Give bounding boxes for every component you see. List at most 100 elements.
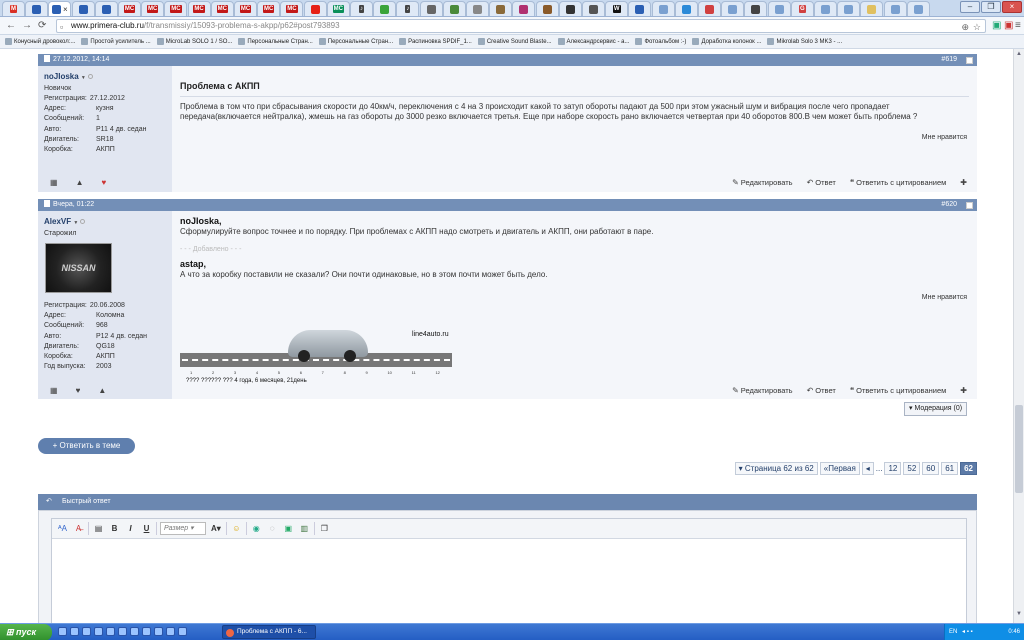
- unlink-icon[interactable]: ◌: [266, 522, 279, 535]
- bookmark-item[interactable]: MicroLab SOLO 1 / SO...: [156, 38, 232, 45]
- browser-tab[interactable]: MC: [280, 1, 304, 16]
- bookmark-item[interactable]: Александрсервис - а...: [557, 38, 629, 45]
- font-size-select[interactable]: Размер ▾: [160, 522, 206, 535]
- quick-launch-icon[interactable]: [154, 627, 163, 636]
- browser-tab[interactable]: MC: [118, 1, 141, 16]
- browser-tab[interactable]: [883, 1, 907, 16]
- browser-tab[interactable]: MC: [164, 1, 188, 16]
- like-link[interactable]: Мне нравится: [922, 294, 967, 301]
- tray-icon[interactable]: ◂ ▪ ▪: [962, 629, 973, 635]
- reply-to-thread-button[interactable]: + Ответить в теме: [38, 438, 135, 454]
- browser-tab[interactable]: [373, 1, 397, 16]
- page-scrollbar[interactable]: ▲ ▼: [1013, 49, 1024, 623]
- browser-tab[interactable]: [71, 1, 95, 16]
- reload-icon[interactable]: ⟳: [38, 20, 46, 31]
- post-select-checkbox[interactable]: [966, 57, 973, 64]
- browser-tab[interactable]: [860, 1, 884, 16]
- underline-button[interactable]: U: [140, 522, 153, 535]
- quick-launch-icon[interactable]: [130, 627, 139, 636]
- language-indicator[interactable]: EN: [949, 629, 957, 635]
- username-text[interactable]: noJIoska: [44, 72, 79, 81]
- browser-tab[interactable]: W: [605, 1, 629, 16]
- post-number[interactable]: #620: [941, 199, 957, 211]
- quick-launch-icon[interactable]: [82, 627, 91, 636]
- browser-tab[interactable]: [651, 1, 675, 16]
- browser-tab[interactable]: [419, 1, 443, 16]
- browser-tab[interactable]: MC: [234, 1, 257, 16]
- message-icon[interactable]: ▦: [50, 178, 58, 187]
- page-link[interactable]: 60: [922, 462, 940, 475]
- quick-launch-icon[interactable]: [118, 627, 127, 636]
- text-color-button[interactable]: A▾: [209, 522, 223, 535]
- dropdown-icon[interactable]: ▼: [81, 75, 86, 81]
- extension-icon[interactable]: ▣: [1004, 20, 1013, 31]
- avatar[interactable]: NISSAN: [45, 243, 112, 293]
- browser-tab[interactable]: [674, 1, 698, 16]
- close-icon[interactable]: ×: [1002, 1, 1022, 13]
- bookmark-item[interactable]: Персональные Стран...: [318, 38, 393, 45]
- bookmark-item[interactable]: Распиновка SPDIF_1...: [399, 38, 472, 45]
- first-page-link[interactable]: «Первая: [819, 462, 860, 475]
- reputation-icon[interactable]: ♥: [101, 178, 106, 187]
- taskbar-window-button[interactable]: Проблема с АКПП - 6...: [222, 625, 316, 639]
- reply-button[interactable]: ↶ Ответ: [807, 178, 836, 187]
- browser-tab[interactable]: MC: [257, 1, 281, 16]
- quote-reply-button[interactable]: ❝ Ответить с цитированием: [850, 386, 946, 395]
- zoom-icon[interactable]: ⊕: [961, 21, 969, 33]
- edit-button[interactable]: ✎ Редактировать: [732, 386, 793, 395]
- font-color-icon[interactable]: ᴬA: [56, 522, 69, 535]
- browser-tab[interactable]: [558, 1, 582, 16]
- browser-tab[interactable]: [628, 1, 652, 16]
- quick-launch-icon[interactable]: [178, 627, 187, 636]
- browser-tab[interactable]: [535, 1, 559, 16]
- browser-tab[interactable]: [837, 1, 861, 16]
- page-link[interactable]: 52: [903, 462, 921, 475]
- username-text[interactable]: AlexVF: [44, 217, 71, 226]
- maximize-icon[interactable]: ❐: [981, 1, 1001, 13]
- browser-tab[interactable]: MC: [187, 1, 211, 16]
- wrench-icon[interactable]: ≡: [1015, 20, 1021, 31]
- multiquote-button[interactable]: ✚: [960, 178, 969, 187]
- username[interactable]: AlexVF ▼: [44, 217, 166, 226]
- forward-arrow-icon[interactable]: →: [22, 20, 32, 31]
- browser-tab[interactable]: ×: [48, 1, 72, 16]
- bookmark-item[interactable]: Mikrolab Solo 3 MK3 - ...: [767, 38, 842, 45]
- quick-launch-icon[interactable]: [94, 627, 103, 636]
- browser-tab[interactable]: G: [790, 1, 814, 16]
- minimize-icon[interactable]: –: [960, 1, 980, 13]
- warning-icon[interactable]: ▲: [98, 386, 106, 395]
- message-icon[interactable]: ▦: [50, 386, 58, 395]
- extension-icon[interactable]: ▣: [992, 20, 1001, 31]
- quote-block-icon[interactable]: ❐: [318, 522, 331, 535]
- browser-tab[interactable]: [442, 1, 466, 16]
- username[interactable]: noJIoska ▼: [44, 72, 166, 81]
- browser-tab[interactable]: [767, 1, 791, 16]
- browser-tab[interactable]: MC: [210, 1, 234, 16]
- browser-tab[interactable]: M: [2, 1, 25, 16]
- page-link[interactable]: 61: [941, 462, 959, 475]
- dropdown-icon[interactable]: ▼: [73, 220, 78, 226]
- remove-format-icon[interactable]: A̶: [72, 522, 85, 535]
- browser-tab[interactable]: ♪: [350, 1, 373, 16]
- edit-button[interactable]: ✎ Редактировать: [732, 178, 793, 187]
- bookmark-item[interactable]: Персональные Стран...: [238, 38, 313, 45]
- link-icon[interactable]: ◉: [250, 522, 263, 535]
- quick-launch-icon[interactable]: [58, 627, 67, 636]
- browser-tab[interactable]: [25, 1, 49, 16]
- video-icon[interactable]: ▥: [298, 522, 311, 535]
- multiquote-button[interactable]: ✚: [960, 386, 969, 395]
- start-button[interactable]: ⊞ пуск: [0, 624, 52, 640]
- bookmark-item[interactable]: Конусный дровокол:...: [5, 38, 75, 45]
- browser-tab[interactable]: [582, 1, 605, 16]
- quick-launch-icon[interactable]: [166, 627, 175, 636]
- scroll-up-icon[interactable]: ▲: [1014, 51, 1024, 61]
- like-link[interactable]: Мне нравится: [922, 134, 967, 141]
- browser-tab[interactable]: MC: [141, 1, 165, 16]
- bookmark-item[interactable]: Доработка колонок ...: [692, 38, 761, 45]
- moderation-dropdown[interactable]: ▾ Модерация (0): [904, 402, 968, 416]
- page-jump-dropdown[interactable]: ▾ Страница 62 из 62: [734, 462, 818, 475]
- close-tab-icon[interactable]: ×: [63, 5, 68, 14]
- image-icon[interactable]: ▣: [282, 522, 295, 535]
- quick-launch-icon[interactable]: [70, 627, 79, 636]
- current-page[interactable]: 62: [960, 462, 977, 475]
